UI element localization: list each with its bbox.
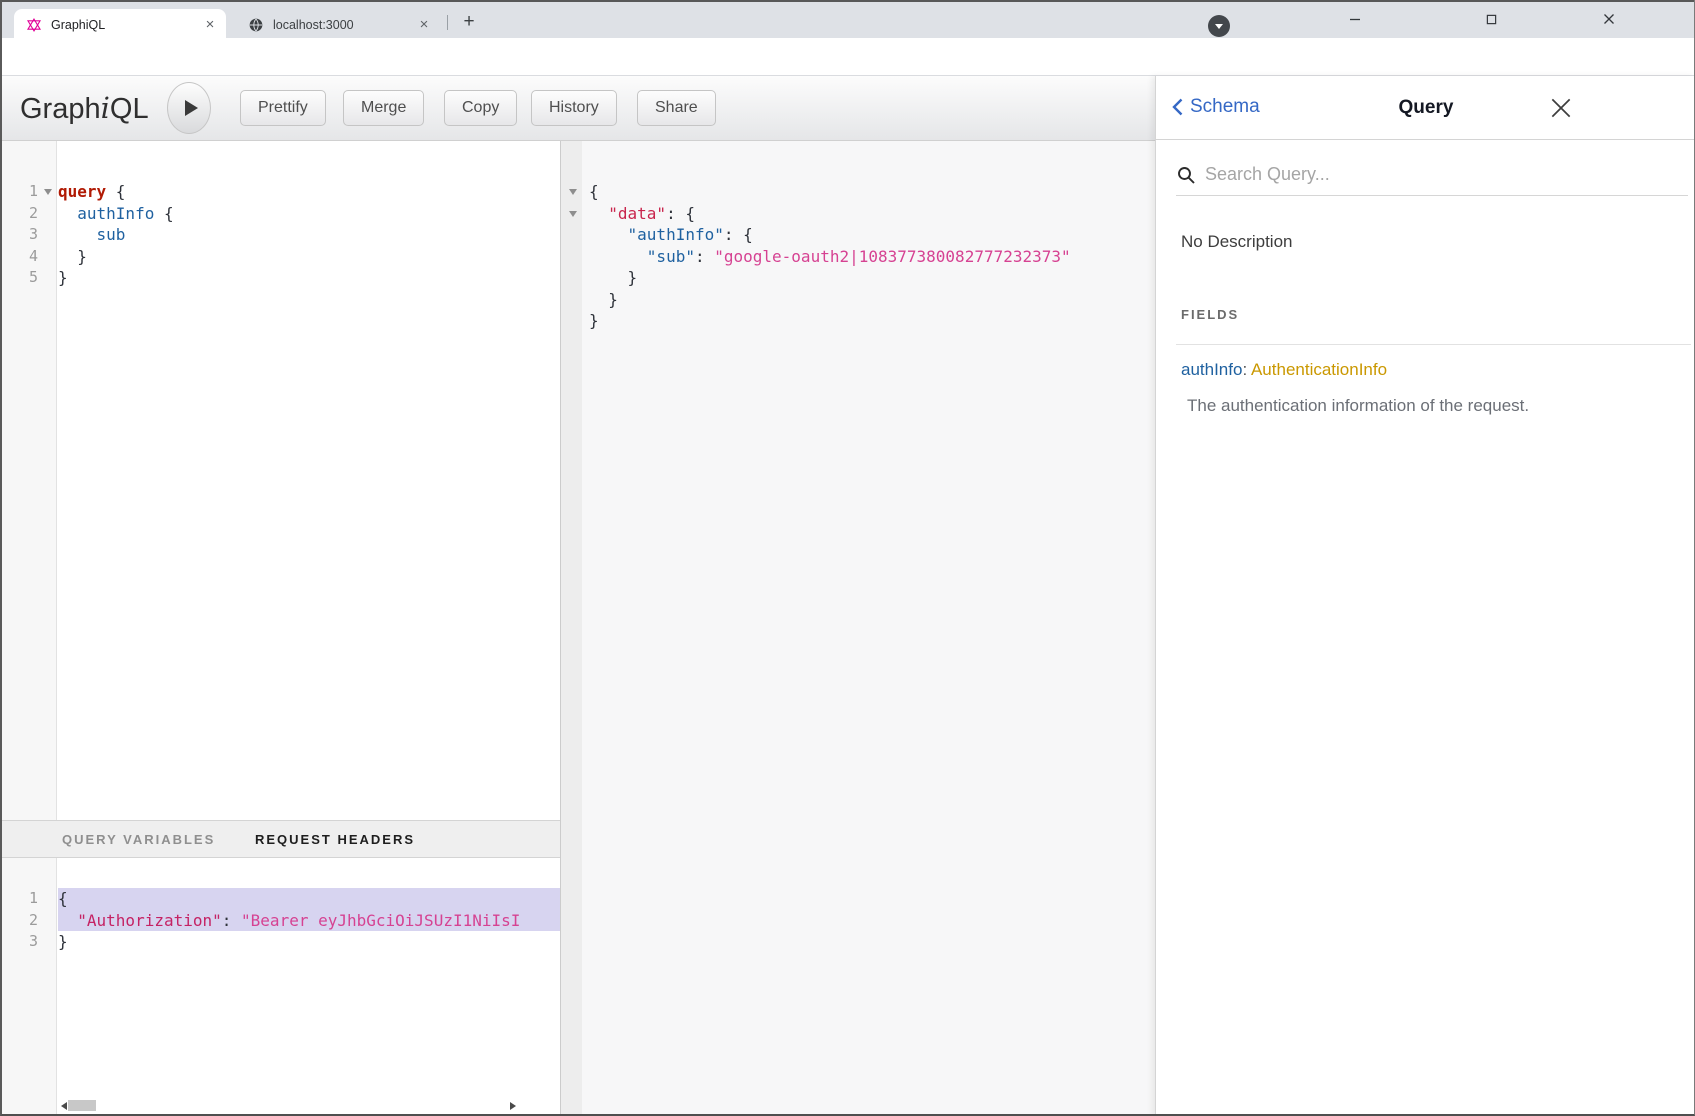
fold-arrow-icon[interactable] (44, 189, 52, 195)
copy-button[interactable]: Copy (444, 90, 517, 126)
code-line[interactable]: } (58, 931, 560, 953)
scroll-left-icon[interactable] (61, 1102, 67, 1110)
horizontal-scrollbar[interactable] (57, 1099, 520, 1113)
browser-tab-graphiql[interactable]: GraphiQL × (14, 9, 226, 40)
secondary-editor-titlebar: QUERY VARIABLES REQUEST HEADERS (0, 820, 560, 858)
line-number (561, 310, 582, 332)
code-line[interactable]: } (589, 267, 1155, 289)
docs-search-box[interactable] (1176, 154, 1688, 196)
field-type-link[interactable]: AuthenticationInfo (1251, 360, 1387, 379)
tab-close-icon[interactable]: × (416, 17, 432, 33)
fold-arrow-icon[interactable] (569, 189, 577, 195)
result-code[interactable]: { "data": { "authInfo": { "sub": "google… (582, 141, 1155, 1116)
code-line[interactable]: query { (58, 181, 560, 203)
code-line[interactable]: } (589, 289, 1155, 311)
browser-tab-localhost[interactable]: localhost:3000 × (236, 9, 440, 40)
result-viewer[interactable]: { "data": { "authInfo": { "sub": "google… (560, 141, 1155, 1116)
graphiql-topbar: GraphiQL Prettify Merge Copy History Sha… (0, 76, 1155, 141)
code-line[interactable]: { (58, 888, 560, 910)
doc-explorer-header: Schema Query (1156, 76, 1695, 140)
fields-heading: FIELDS (1181, 307, 1239, 322)
share-button[interactable]: Share (637, 90, 716, 126)
browser-titlebar: GraphiQL × localhost:3000 × + (0, 0, 1695, 38)
doc-explorer-panel: Schema Query No Description FIELDS authI… (1155, 76, 1695, 1116)
execute-button[interactable] (167, 82, 211, 134)
query-editor-gutter: 12345 (0, 141, 57, 820)
line-number (561, 289, 582, 311)
new-tab-button[interactable]: + (458, 11, 480, 33)
line-number: 2 (0, 203, 56, 225)
code-line[interactable]: } (58, 267, 560, 289)
code-line[interactable]: sub (58, 224, 560, 246)
code-line[interactable]: "authInfo": { (589, 224, 1155, 246)
field-entry: authInfo: AuthenticationInfo (1181, 360, 1387, 380)
code-line[interactable]: "sub": "google-oauth2|108377380082777232… (589, 246, 1155, 268)
query-editor[interactable]: 12345 query { authInfo { sub }} (0, 141, 560, 820)
tab-title: localhost:3000 (273, 18, 416, 32)
tab-close-icon[interactable]: × (202, 17, 218, 33)
line-number: 4 (0, 246, 56, 268)
history-button[interactable]: History (531, 90, 617, 126)
headers-editor-code[interactable]: { "Authorization": "Bearer eyJhbGciOiJSU… (58, 858, 560, 1116)
line-number (561, 246, 582, 268)
tab-query-variables[interactable]: QUERY VARIABLES (62, 832, 215, 847)
headers-editor-gutter: 123 (0, 858, 57, 1116)
prettify-button[interactable]: Prettify (240, 90, 326, 126)
line-number: 1 (0, 888, 56, 910)
chevron-down-icon (1215, 24, 1223, 29)
code-line[interactable]: authInfo { (58, 203, 560, 225)
field-description: The authentication information of the re… (1187, 396, 1529, 416)
scrollbar-thumb[interactable] (68, 1100, 96, 1111)
no-description-text: No Description (1181, 232, 1293, 252)
fold-arrow-icon[interactable] (569, 211, 577, 217)
minimize-button[interactable] (1340, 8, 1370, 30)
play-icon (185, 100, 198, 116)
code-line[interactable]: } (58, 246, 560, 268)
fields-divider (1176, 344, 1691, 345)
code-line[interactable]: "data": { (589, 203, 1155, 225)
globe-icon (248, 17, 264, 33)
line-number: 5 (0, 267, 56, 289)
code-line[interactable]: } (589, 310, 1155, 332)
merge-button[interactable]: Merge (343, 90, 424, 126)
line-number: 2 (0, 910, 56, 932)
tab-request-headers[interactable]: REQUEST HEADERS (255, 832, 415, 847)
query-editor-code[interactable]: query { authInfo { sub }} (58, 141, 560, 820)
graphql-logo-icon (26, 17, 42, 33)
editor-pane: 12345 query { authInfo { sub }} QUERY VA… (0, 141, 560, 1116)
scroll-right-icon[interactable] (510, 1102, 516, 1110)
tab-title: GraphiQL (51, 18, 202, 32)
line-number: 1 (0, 181, 56, 203)
line-number: 3 (0, 224, 56, 246)
tab-search-button[interactable] (1208, 15, 1230, 37)
search-icon (1176, 165, 1196, 185)
tab-separator (447, 15, 448, 30)
close-window-button[interactable] (1594, 8, 1624, 30)
line-number (561, 203, 582, 225)
docs-search-input[interactable] (1205, 164, 1625, 185)
graphiql-logo: GraphiQL (20, 91, 149, 126)
line-number (561, 181, 582, 203)
docs-title: Query (1156, 97, 1695, 119)
result-fold-gutter (561, 141, 582, 1116)
code-line[interactable]: "Authorization": "Bearer eyJhbGciOiJSUzI… (58, 910, 560, 932)
maximize-button[interactable] (1476, 8, 1506, 30)
line-number (561, 267, 582, 289)
field-name-link[interactable]: authInfo (1181, 360, 1242, 379)
docs-close-icon[interactable] (1548, 95, 1574, 121)
line-number (561, 224, 582, 246)
line-number: 3 (0, 931, 56, 953)
browser-toolbar: localhost:3000 UO P Tp L Aktualisieren (0, 38, 1695, 76)
code-line[interactable]: { (589, 181, 1155, 203)
request-headers-editor[interactable]: 123 { "Authorization": "Bearer eyJhbGciO… (0, 858, 560, 1116)
